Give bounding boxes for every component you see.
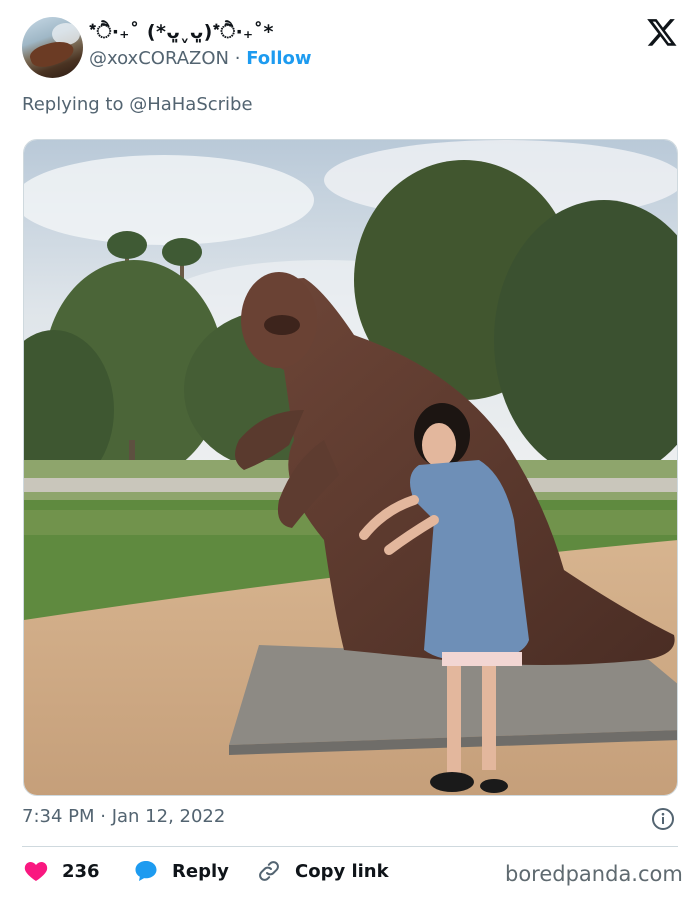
info-icon[interactable] — [651, 807, 675, 831]
photo-icon — [24, 140, 677, 795]
copy-link-label: Copy link — [295, 860, 389, 882]
copy-link-button[interactable]: Copy link — [257, 856, 389, 886]
tweet-photo[interactable] — [23, 139, 678, 796]
avatar[interactable] — [22, 17, 83, 78]
replying-to: Replying to @HaHaScribe — [22, 94, 253, 115]
heart-icon — [24, 859, 48, 883]
reply-button[interactable]: Reply — [134, 856, 229, 886]
like-button[interactable]: 236 — [24, 856, 100, 886]
watermark: boredpanda.com — [505, 862, 683, 886]
author-display-name[interactable]: *ੈ‧₊˚ (*ᴗ͈ˬᴗ͈)*ੈ‧₊˚* — [89, 21, 274, 43]
link-icon — [257, 859, 281, 883]
handle-separator: · — [234, 48, 241, 69]
tweet-timestamp[interactable]: 7:34 PM · Jan 12, 2022 — [22, 806, 225, 827]
tweet-card: *ੈ‧₊˚ (*ᴗ͈ˬᴗ͈)*ੈ‧₊˚* @xoxCORAZON · Follo… — [0, 0, 700, 898]
reply-label: Reply — [172, 860, 229, 882]
x-logo-icon[interactable] — [646, 16, 678, 48]
reply-bubble-icon — [134, 859, 158, 883]
divider — [22, 846, 678, 847]
follow-button[interactable]: Follow — [246, 48, 311, 69]
author-handle[interactable]: @xoxCORAZON — [89, 48, 229, 69]
author-handle-line: @xoxCORAZON · Follow — [89, 48, 312, 69]
like-count: 236 — [62, 860, 100, 882]
